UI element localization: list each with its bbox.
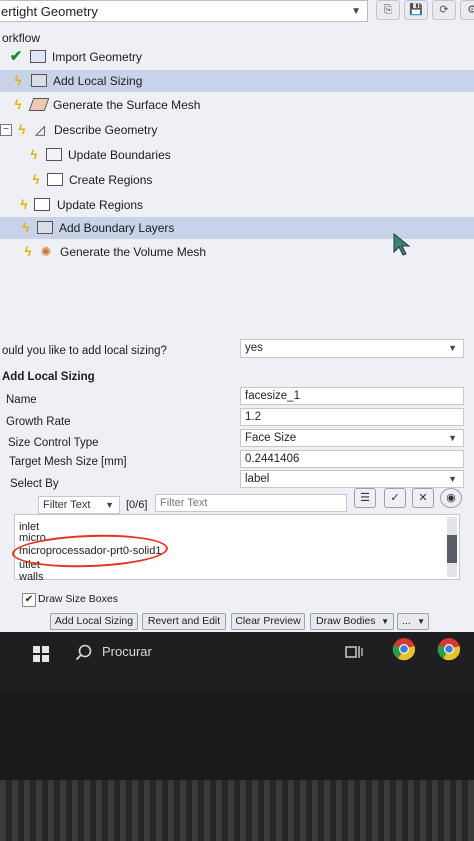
- geometry-icon: [30, 50, 46, 63]
- chrome-icon[interactable]: [392, 637, 416, 661]
- filter-text-input[interactable]: [155, 494, 347, 512]
- sizing-icon: [31, 74, 47, 87]
- bolt-icon: ϟ: [32, 172, 40, 187]
- filter-count: [0/6]: [126, 499, 148, 511]
- draw-bodies-button[interactable]: Draw Bodies ▼: [310, 613, 394, 630]
- tree-item-add-local-sizing[interactable]: ϟ Add Local Sizing: [0, 70, 474, 92]
- name-field[interactable]: facesize_1: [240, 387, 464, 405]
- chevron-down-icon: ▼: [417, 617, 425, 626]
- select-by-label: Select By: [10, 478, 59, 490]
- growth-rate-label: Growth Rate: [6, 416, 71, 428]
- fluent-window: ertight Geometry ▼ ⎘ 💾 ⟳ ⚙ orkflow ✔ Imp…: [0, 0, 474, 690]
- tree-item-describe-geometry[interactable]: − ϟ ◿ Describe Geometry: [0, 119, 474, 141]
- bolt-icon: ϟ: [30, 147, 38, 162]
- boundaries-icon: [46, 148, 62, 161]
- bolt-icon: ϟ: [22, 220, 30, 235]
- chevron-down-icon: ▼: [448, 474, 457, 484]
- record-icon[interactable]: ◉: [440, 488, 462, 508]
- chevron-down-icon: ▼: [351, 6, 361, 17]
- regions-icon: [47, 173, 63, 186]
- revert-and-edit-button[interactable]: Revert and Edit: [142, 613, 226, 630]
- chrome-profile-icon[interactable]: [437, 637, 461, 661]
- scrollbar-thumb[interactable]: [447, 535, 457, 563]
- surface-mesh-icon: [28, 98, 50, 111]
- select-all-icon[interactable]: ✓: [384, 488, 406, 508]
- tree-item-label: Describe Geometry: [54, 123, 158, 137]
- deselect-all-icon[interactable]: ✕: [412, 488, 434, 508]
- list-scrollbar[interactable]: [447, 517, 457, 577]
- tree-item-label: Add Boundary Layers: [59, 221, 175, 235]
- select-by-select[interactable]: label ▼: [240, 470, 464, 488]
- bolt-icon: ϟ: [14, 97, 22, 112]
- task-view-icon[interactable]: [345, 643, 363, 661]
- tree-item-label: Add Local Sizing: [53, 74, 143, 88]
- bolt-icon: ϟ: [14, 73, 22, 88]
- draw-size-boxes-checkbox[interactable]: ✔: [22, 593, 36, 607]
- workflow-select[interactable]: ertight Geometry ▼: [0, 0, 368, 22]
- add-local-sizing-button[interactable]: Add Local Sizing: [50, 613, 138, 630]
- volume-mesh-icon: ✺: [40, 244, 52, 259]
- boundary-layers-icon: [37, 221, 53, 234]
- chevron-down-icon: ▼: [105, 500, 114, 510]
- windows-taskbar: Procurar: [0, 632, 474, 690]
- draw-size-boxes-label: Draw Size Boxes: [38, 593, 118, 605]
- tree-item-update-boundaries[interactable]: ϟ Update Boundaries: [0, 144, 474, 166]
- size-control-value: Face Size: [245, 432, 297, 444]
- save-workflow-icon[interactable]: 💾: [404, 0, 428, 20]
- more-options-label: ...: [402, 615, 411, 627]
- tree-item-label: Update Regions: [57, 198, 144, 212]
- refresh-icon[interactable]: ⟳: [432, 0, 456, 20]
- taskbar-search[interactable]: Procurar: [102, 644, 152, 659]
- draw-bodies-label: Draw Bodies: [316, 615, 376, 627]
- growth-rate-field[interactable]: 1.2: [240, 408, 464, 426]
- section-title: Add Local Sizing: [2, 371, 95, 383]
- more-options-button[interactable]: ... ▼: [397, 613, 429, 630]
- bolt-icon: ϟ: [18, 122, 26, 137]
- cursor-icon: [393, 233, 411, 256]
- tree-item-import-geometry[interactable]: ✔ Import Geometry: [0, 46, 474, 68]
- target-mesh-label: Target Mesh Size [mm]: [9, 456, 127, 468]
- list-item[interactable]: walls: [19, 571, 43, 580]
- local-sizing-select-value: yes: [245, 342, 263, 354]
- settings-icon[interactable]: ⚙: [460, 0, 474, 20]
- filter-type-value: Filter Text: [43, 499, 91, 511]
- select-by-value: label: [245, 473, 270, 485]
- size-control-select[interactable]: Face Size ▼: [240, 429, 464, 447]
- bolt-icon: ϟ: [20, 197, 28, 212]
- chevron-down-icon: ▼: [448, 343, 457, 353]
- tree-item-generate-surface-mesh[interactable]: ϟ Generate the Surface Mesh: [0, 94, 474, 116]
- search-icon[interactable]: [75, 644, 93, 662]
- local-sizing-question: ould you like to add local sizing?: [2, 345, 167, 357]
- workflow-heading: orkflow: [2, 31, 41, 45]
- size-control-label: Size Control Type: [8, 437, 99, 449]
- laptop-keyboard: [0, 780, 474, 841]
- name-label: Name: [6, 394, 37, 406]
- windows-start-icon[interactable]: [33, 646, 49, 662]
- filter-options-icon[interactable]: ☰: [354, 488, 376, 508]
- load-workflow-icon[interactable]: ⎘: [376, 0, 400, 20]
- tree-item-label: Generate the Surface Mesh: [53, 98, 201, 112]
- clear-preview-button[interactable]: Clear Preview: [231, 613, 305, 630]
- tree-item-label: Create Regions: [69, 173, 153, 187]
- tree-item-update-regions[interactable]: ϟ Update Regions: [0, 194, 474, 216]
- checkmark-icon: ✔: [9, 48, 23, 65]
- chevron-down-icon: ▼: [448, 433, 457, 443]
- tree-item-label: Update Boundaries: [68, 148, 171, 162]
- describe-geometry-icon: ◿: [35, 122, 45, 137]
- tree-item-label: Import Geometry: [52, 50, 143, 64]
- filter-type-select[interactable]: Filter Text ▼: [38, 496, 120, 514]
- chevron-down-icon: ▼: [381, 617, 389, 626]
- tree-item-create-regions[interactable]: ϟ Create Regions: [0, 169, 474, 191]
- workflow-select-value: ertight Geometry: [1, 4, 98, 19]
- update-regions-icon: [34, 198, 50, 211]
- local-sizing-select[interactable]: yes ▼: [240, 339, 464, 358]
- tree-item-label: Generate the Volume Mesh: [60, 245, 207, 259]
- target-mesh-field[interactable]: 0.2441406: [240, 450, 464, 468]
- collapse-icon[interactable]: −: [0, 124, 12, 136]
- bolt-icon: ϟ: [24, 244, 32, 259]
